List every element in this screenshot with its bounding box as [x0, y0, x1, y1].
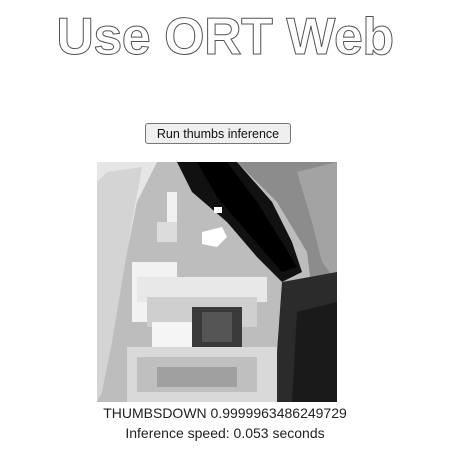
- input-image: [97, 162, 337, 402]
- inference-speed: Inference speed: 0.053 seconds: [125, 425, 325, 441]
- page-title: Use ORT Web: [56, 8, 395, 67]
- prediction-result: THUMBSDOWN 0.9999963486249729: [103, 405, 347, 421]
- grayscale-input-image: [97, 162, 337, 402]
- run-inference-button[interactable]: Run thumbs inference: [145, 123, 291, 144]
